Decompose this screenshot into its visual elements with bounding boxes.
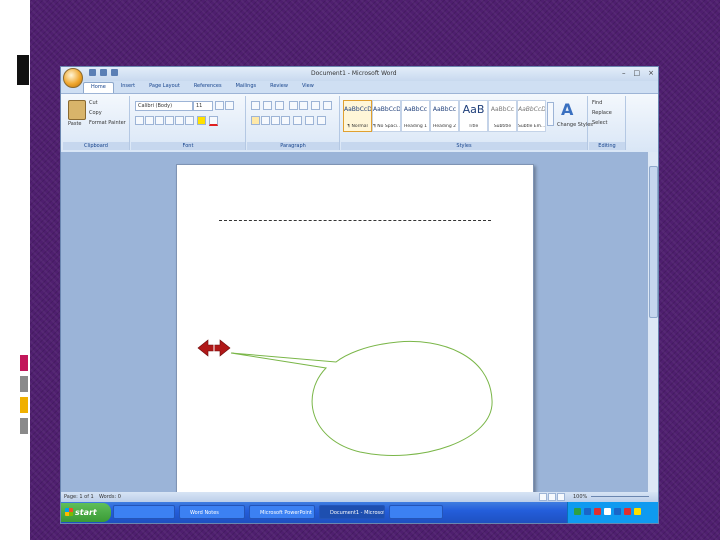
callout-overlay (197, 339, 493, 456)
callout-bubble (230, 340, 493, 456)
red-double-arrow-icon (197, 339, 231, 357)
office-button[interactable] (63, 68, 83, 88)
